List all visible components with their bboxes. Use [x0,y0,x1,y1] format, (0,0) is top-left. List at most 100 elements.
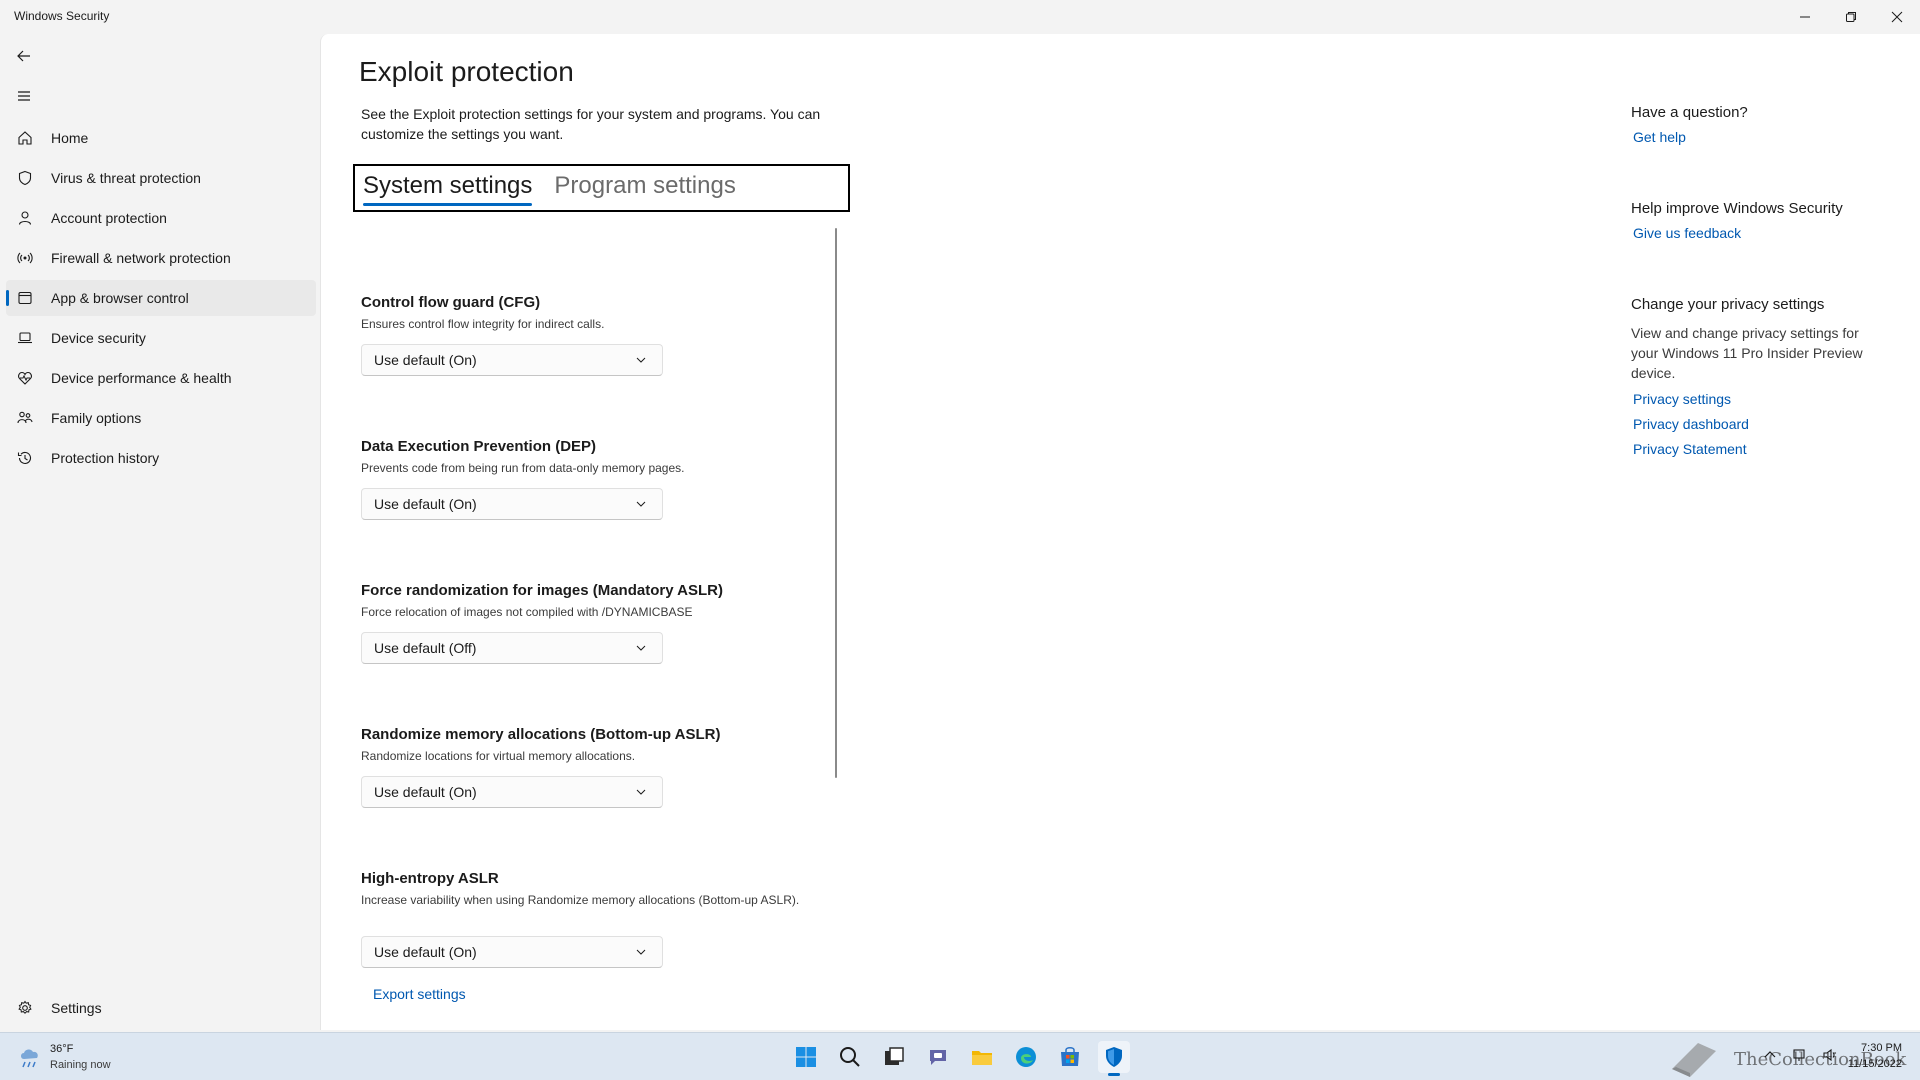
privacy-section: Change your privacy settings View and ch… [1631,296,1871,457]
bottom-up-aslr-dropdown[interactable]: Use default (On) [361,776,663,808]
selection-indicator [6,290,9,306]
privacy-heading: Change your privacy settings [1631,296,1825,313]
setting-title: Data Execution Prevention (DEP) [361,438,597,455]
edge-icon [1016,1047,1036,1067]
laptop-icon [16,329,34,347]
chevron-down-icon [636,498,648,510]
person-icon [16,209,34,227]
settings-tabs: System settings Program settings [353,164,850,212]
edge-button[interactable] [1010,1041,1042,1073]
sidebar-item-label: Family options [51,410,142,426]
sidebar-item-home[interactable]: Home [6,120,316,156]
tab-program-settings[interactable]: Program settings [546,166,743,210]
heart-pulse-icon [16,369,34,387]
export-settings-link[interactable]: Export settings [373,986,466,1002]
sidebar-item-app-browser-control[interactable]: App & browser control [6,280,316,316]
home-icon [16,129,34,147]
dropdown-value: Use default (On) [374,496,477,512]
dropdown-value: Use default (On) [374,352,477,368]
clock-time[interactable]: 7:30 PM [1861,1042,1902,1054]
store-button[interactable] [1054,1041,1086,1073]
task-view-button[interactable] [878,1041,910,1073]
sidebar-item-label: Firewall & network protection [51,250,231,266]
dropdown-value: Use default (On) [374,944,477,960]
feedback-heading: Help improve Windows Security [1631,200,1843,217]
sidebar-item-settings[interactable]: Settings [6,990,316,1026]
menu-button[interactable] [8,80,40,112]
setting-title: Force randomization for images (Mandator… [361,582,723,599]
chevron-up-icon[interactable] [1762,1047,1778,1063]
gear-icon [16,999,34,1017]
sidebar-item-protection-history[interactable]: Protection history [6,440,316,476]
hamburger-icon [18,91,30,101]
main-content: Exploit protection See the Exploit prote… [320,34,1920,1030]
restore-icon [1846,12,1856,22]
sidebar-item-label: Home [51,130,89,146]
feedback-section: Help improve Windows Security Give us fe… [1631,200,1871,241]
back-button[interactable] [8,40,40,72]
minimize-icon [1800,16,1810,18]
setting-description: Randomize locations for virtual memory a… [361,749,636,763]
search-button[interactable] [834,1041,866,1073]
window-title: Windows Security [14,9,110,23]
mandatory-aslr-dropdown[interactable]: Use default (Off) [361,632,663,664]
taskbar: 36°F Raining now TheCollectionBook 7:30 … [0,1032,1920,1080]
setting-mandatory-aslr: Force randomization for images (Mandator… [361,582,821,682]
setting-title: Randomize memory allocations (Bottom-up … [361,726,721,743]
setting-description: Force relocation of images not compiled … [361,605,693,619]
give-feedback-link[interactable]: Give us feedback [1633,225,1871,241]
chevron-down-icon [636,354,648,366]
sidebar-item-label: Settings [51,1000,102,1016]
sidebar-item-firewall-network-protection[interactable]: Firewall & network protection [6,240,316,276]
sidebar-item-device-security[interactable]: Device security [6,320,316,356]
file-explorer-button[interactable] [966,1041,998,1073]
setting-cfg: Control flow guard (CFG) Ensures control… [361,294,821,394]
book-icon [1672,1043,1716,1077]
sidebar-item-label: Protection history [51,450,160,466]
setting-description: Increase variability when using Randomiz… [361,893,800,907]
weather-condition: Raining now [50,1059,111,1071]
sidebar-item-label: App & browser control [51,290,189,306]
setting-dep: Data Execution Prevention (DEP) Prevents… [361,438,821,538]
setting-title: High-entropy ASLR [361,870,499,887]
chevron-down-icon [636,786,648,798]
chat-button[interactable] [922,1041,954,1073]
sidebar-item-device-performance-health[interactable]: Device performance & health [6,360,316,396]
tab-label: System settings [363,172,533,199]
get-help-link[interactable]: Get help [1633,129,1871,145]
sidebar-item-account-protection[interactable]: Account protection [6,200,316,236]
setting-description: Prevents code from being run from data-o… [361,461,685,475]
windows-start-icon [796,1047,816,1067]
history-icon [16,449,34,467]
privacy-settings-link[interactable]: Privacy settings [1633,391,1871,407]
privacy-dashboard-link[interactable]: Privacy dashboard [1633,416,1871,432]
tab-system-settings[interactable]: System settings [355,166,540,210]
setting-bottom-up-aslr: Randomize memory allocations (Bottom-up … [361,726,821,826]
chat-icon [930,1050,946,1065]
search-icon [840,1047,860,1067]
network-icon[interactable] [1792,1047,1808,1063]
start-button[interactable] [790,1041,822,1073]
volume-icon[interactable] [1822,1047,1838,1063]
page-title: Exploit protection [359,56,574,87]
sidebar-item-label: Account protection [51,210,167,226]
privacy-statement-link[interactable]: Privacy Statement [1633,441,1871,457]
settings-list: Control flow guard (CFG) Ensures control… [361,224,841,1024]
clock-date[interactable]: 11/15/2022 [1848,1058,1902,1070]
task-view-icon [885,1047,904,1065]
cfg-dropdown[interactable]: Use default (On) [361,344,663,376]
rain-cloud-icon[interactable] [16,1043,44,1071]
dep-dropdown[interactable]: Use default (On) [361,488,663,520]
sidebar-item-label: Device security [51,330,146,346]
system-tray [1762,1047,1838,1063]
windows-security-taskbar-button[interactable] [1098,1041,1130,1076]
high-entropy-aslr-dropdown[interactable]: Use default (On) [361,936,663,968]
sidebar-item-family-options[interactable]: Family options [6,400,316,436]
restore-button[interactable] [1828,0,1874,34]
sidebar-item-virus-threat-protection[interactable]: Virus & threat protection [6,160,316,196]
app-window-icon [16,289,34,307]
dropdown-value: Use default (Off) [374,640,477,656]
close-button[interactable] [1874,0,1920,34]
minimize-button[interactable] [1782,0,1828,34]
privacy-text: View and change privacy settings for you… [1631,325,1863,381]
